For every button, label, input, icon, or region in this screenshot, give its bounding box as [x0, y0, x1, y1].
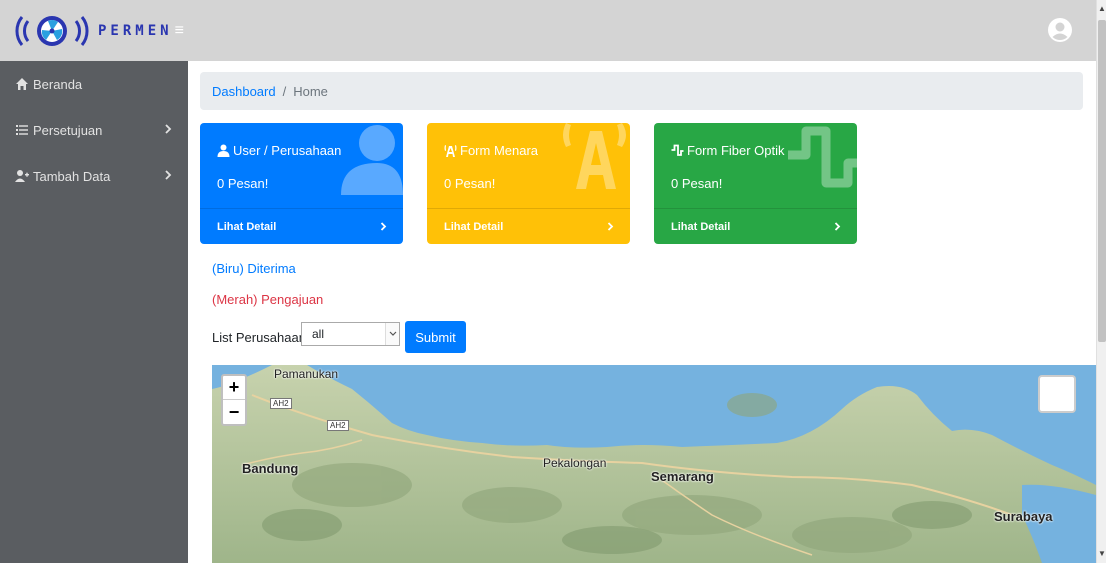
sidebar-item-persetujuan[interactable]: Persetujuan [0, 107, 188, 153]
brand[interactable]: PERMEN ≡ [0, 0, 184, 61]
list-icon [16, 125, 28, 135]
page-scrollbar[interactable]: ▲ ▼ [1096, 0, 1106, 563]
card-message: 0 Pesan! [217, 176, 269, 191]
tower-broadcast-icon [563, 123, 626, 189]
card-message: 0 Pesan! [671, 176, 723, 191]
sidebar: Beranda Persetujuan Tambah Data [0, 61, 188, 563]
scroll-down-icon[interactable]: ▼ [1098, 549, 1106, 559]
chevron-right-icon [380, 222, 387, 231]
sidebar-item-label: Persetujuan [33, 122, 103, 138]
signal-wave-icon [788, 126, 857, 188]
user-icon [341, 125, 403, 195]
map-label-surabaya: Surabaya [994, 509, 1053, 524]
submit-button[interactable]: Submit [405, 321, 466, 353]
user-icon [217, 144, 230, 157]
card-footer-label: Lihat Detail [444, 220, 504, 233]
chevron-right-icon [834, 222, 841, 231]
card-footer-label: Lihat Detail [671, 220, 731, 233]
scroll-up-icon[interactable]: ▲ [1098, 4, 1106, 14]
map-road-shield: AH2 [327, 420, 349, 431]
zoom-out-button[interactable]: − [223, 400, 245, 424]
chevron-right-icon [165, 170, 172, 180]
map-zoom-control: + − [221, 374, 247, 426]
map-tiles [212, 365, 1096, 563]
breadcrumb: Dashboard / Home [200, 72, 1083, 110]
user-account-icon[interactable] [1048, 18, 1072, 42]
card-detail-link[interactable]: Lihat Detail [427, 208, 630, 244]
top-navbar: PERMEN ≡ [0, 0, 1096, 61]
card-detail-link[interactable]: Lihat Detail [654, 208, 857, 244]
map-label-bandung: Bandung [242, 461, 299, 476]
tower-broadcast-icon [444, 145, 457, 157]
map-road-shield: AH2 [270, 398, 292, 409]
card-form-fiber-optik: Form Fiber Optik 0 Pesan! Lihat Detail [654, 123, 857, 244]
breadcrumb-dashboard-link[interactable]: Dashboard [212, 84, 276, 99]
signal-wave-icon [671, 144, 684, 156]
home-icon [16, 78, 28, 90]
card-form-menara: Form Menara 0 Pesan! Lihat Detail [427, 123, 630, 244]
map-label-pamanukan: Pamanukan [274, 367, 339, 381]
scroll-thumb[interactable] [1098, 20, 1106, 342]
user-plus-icon [15, 170, 29, 182]
card-footer-label: Lihat Detail [217, 220, 277, 233]
logo-icon [15, 15, 89, 46]
map-layers-button[interactable] [1038, 375, 1076, 413]
breadcrumb-current: Home [293, 83, 328, 99]
company-select-value: all [312, 327, 325, 341]
company-filter-label: List Perusahaan: [212, 330, 310, 345]
legend-diterima: (Biru) Diterima [212, 261, 296, 276]
chevron-right-icon [607, 222, 614, 231]
legend-pengajuan: (Merah) Pengajuan [212, 292, 324, 307]
chevron-down-icon [385, 323, 399, 345]
map-label-semarang: Semarang [651, 469, 714, 484]
sidebar-item-tambah-data[interactable]: Tambah Data [0, 153, 188, 199]
zoom-in-button[interactable]: + [223, 376, 245, 400]
map-label-pekalongan: Pekalongan [543, 456, 607, 470]
card-title: User / Perusahaan [233, 143, 342, 158]
sidebar-item-beranda[interactable]: Beranda [0, 61, 188, 107]
card-title: Form Fiber Optik [687, 143, 785, 158]
card-title: Form Menara [460, 143, 539, 158]
sidebar-item-label: Tambah Data [33, 168, 111, 184]
brand-text: PERMEN [98, 22, 173, 39]
map[interactable]: Pamanukan Bandung Pekalongan Semarang Su… [212, 365, 1096, 563]
chevron-right-icon [165, 124, 172, 134]
card-user-perusahaan: User / Perusahaan 0 Pesan! Lihat Detail [200, 123, 403, 244]
company-select[interactable]: all [301, 322, 400, 346]
breadcrumb-separator: / [282, 83, 287, 99]
menu-toggle-icon[interactable]: ≡ [175, 22, 184, 40]
card-message: 0 Pesan! [444, 176, 496, 191]
sidebar-item-label: Beranda [33, 76, 83, 92]
card-detail-link[interactable]: Lihat Detail [200, 208, 403, 244]
